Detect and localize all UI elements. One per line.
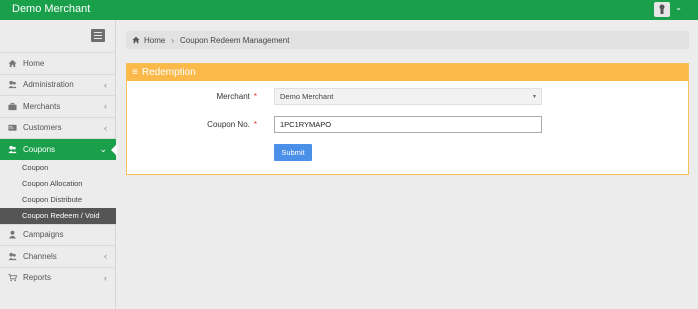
coupons-submenu: Coupon Coupon Allocation Coupon Distribu…: [0, 159, 116, 224]
brand-title[interactable]: Demo Merchant: [12, 3, 90, 15]
panel-title: Redemption: [141, 67, 196, 78]
sidebar-toggle-button[interactable]: [91, 29, 105, 42]
sidebar-item-reports[interactable]: Reports ‹: [0, 266, 116, 289]
sidebar-item-merchants[interactable]: Merchants ‹: [0, 95, 116, 117]
breadcrumb-home-link[interactable]: Home: [144, 36, 165, 45]
merchant-label-text: Merchant: [216, 92, 250, 101]
submenu-item-coupon-redeem-void[interactable]: Coupon Redeem / Void: [0, 207, 116, 224]
sidebar-item-channels[interactable]: Channels ‹: [0, 245, 116, 267]
chevron-left-icon: ‹: [104, 272, 107, 283]
sidebar-item-campaigns[interactable]: Campaigns: [0, 223, 116, 246]
required-mark: *: [253, 92, 257, 101]
merchant-select-value: Demo Merchant: [280, 92, 334, 101]
sidebar-item-label: Customers: [23, 123, 62, 133]
users-group-icon: [8, 145, 17, 153]
sidebar-item-label: Channels: [23, 251, 57, 261]
chevron-down-icon: ⌄: [99, 144, 107, 154]
sidebar: Home Administration ‹ Merchants ‹ Custom…: [0, 20, 117, 309]
sidebar-item-label: Reports: [23, 273, 52, 283]
users-icon: [8, 252, 17, 260]
sidebar-item-coupons[interactable]: Coupons ⌄: [0, 138, 117, 160]
active-indicator: [111, 144, 117, 156]
chevron-left-icon: ‹: [104, 101, 107, 111]
breadcrumb: Home › Coupon Redeem Management: [126, 31, 689, 49]
sidebar-item-home[interactable]: Home: [0, 52, 116, 74]
sidebar-item-label: Campaigns: [23, 230, 64, 240]
coupon-number-input[interactable]: 1PC1RYMAPO: [274, 116, 542, 133]
chevron-left-icon: ‹: [104, 122, 107, 133]
sidebar-item-label: Home: [23, 58, 45, 68]
list-icon: ≡: [132, 67, 138, 78]
submenu-item-coupon[interactable]: Coupon: [0, 160, 116, 176]
panel-header: ≡ Redemption: [127, 64, 688, 81]
sidebar-item-customers[interactable]: Customers ‹: [0, 116, 116, 139]
cart-icon: [8, 274, 17, 282]
user-avatar-icon: [659, 4, 665, 14]
user-icon: [8, 230, 17, 239]
users-icon: [8, 81, 17, 89]
id-card-icon: [8, 125, 17, 131]
merchant-select[interactable]: Demo Merchant ▾: [274, 88, 542, 105]
sidebar-item-label: Merchants: [23, 101, 61, 111]
home-icon: [132, 36, 140, 44]
redemption-panel: ≡ Redemption Merchant * Demo Merchant ▾ C…: [126, 63, 689, 175]
submenu-item-coupon-distribute[interactable]: Coupon Distribute: [0, 192, 116, 208]
chevron-left-icon: ‹: [104, 79, 107, 90]
merchant-label: Merchant *: [177, 92, 257, 101]
sidebar-item-label: Coupons: [23, 144, 56, 154]
home-icon: [8, 59, 17, 67]
select-caret-icon: ▾: [532, 94, 536, 100]
sidebar-nav: Home Administration ‹ Merchants ‹ Custom…: [0, 52, 117, 289]
sidebar-item-administration[interactable]: Administration ‹: [0, 73, 116, 96]
submenu-item-coupon-allocation[interactable]: Coupon Allocation: [0, 176, 116, 192]
breadcrumb-separator-icon: ›: [171, 35, 175, 45]
coupon-label: Coupon No. *: [177, 120, 257, 129]
chevron-left-icon: ‹: [104, 251, 107, 261]
breadcrumb-current: Coupon Redeem Management: [180, 35, 290, 45]
submit-button[interactable]: Submit: [274, 144, 312, 161]
top-bar: Demo Merchant ⌄: [0, 0, 698, 20]
coupon-label-text: Coupon No.: [207, 120, 250, 129]
briefcase-icon: [8, 102, 17, 110]
chevron-down-icon[interactable]: ⌄: [675, 3, 682, 12]
user-menu-button[interactable]: [654, 2, 670, 17]
sidebar-item-label: Administration: [23, 80, 74, 90]
required-mark: *: [253, 120, 257, 129]
